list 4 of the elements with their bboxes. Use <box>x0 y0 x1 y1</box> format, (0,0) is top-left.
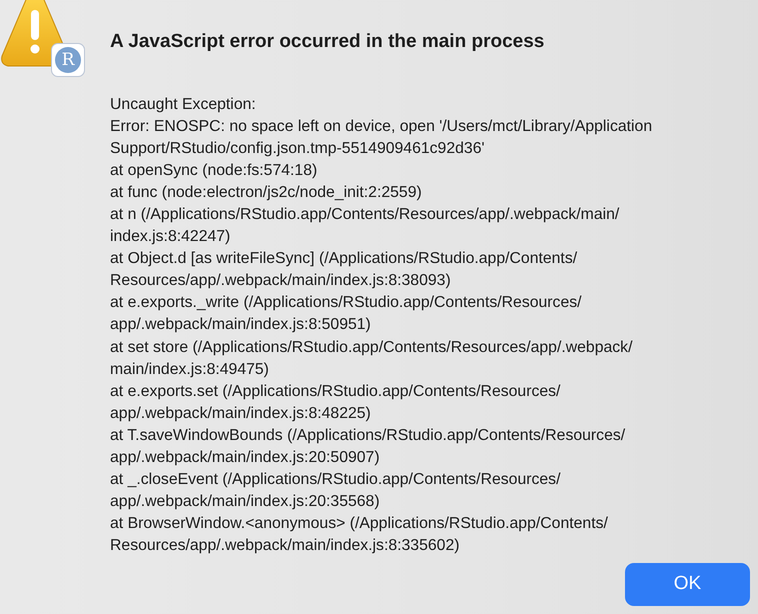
ok-button[interactable]: OK <box>625 563 750 606</box>
dialog-title: A JavaScript error occurred in the main process <box>110 30 544 54</box>
error-message: Uncaught Exception: Error: ENOSPC: no space left on device, open '/Users/mct/Library/Application Support/RStudio/config.json.tmp-5514909461c92d36' at openSync (node:fs:574:18) at func (node:electron/js2c/node_init:2:2559) at n (/Applications/RStudio.app/Contents/Resources/app/.webpack/main/ index.js:8:42247) at Object.d [as writeFileSync] (/Applications/RStudio.app/Contents/ Resources/app/.webpack/main/index.js:8:38093) at e.exports._write (/Applications/RStudio.app/Contents/Resources/ app/.webpack/main/index.js:8:50951) at set store (/Applications/RStudio.app/Contents/Resources/app/.webpack/ main/index.js:8:49475) at e.exports.set (/Applications/RStudio.app/Contents/Resources/ app/.webpack/main/index.js:8:48225) at T.saveWindowBounds (/Applications/RStudio.app/Contents/Resources/ app/.webpack/main/index.js:20:50907) at _.closeEvent (/Applications/RStudio.app/Contents/Resources/ app/.webpack/main/index.js:20:35568) at BrowserWindow.<anonymous> (/Applications/RStudio.app/Contents/ Resources/app/.webpack/main/index.js:8:335602) <box>109 95 654 556</box>
r-logo-icon: R <box>51 43 85 77</box>
